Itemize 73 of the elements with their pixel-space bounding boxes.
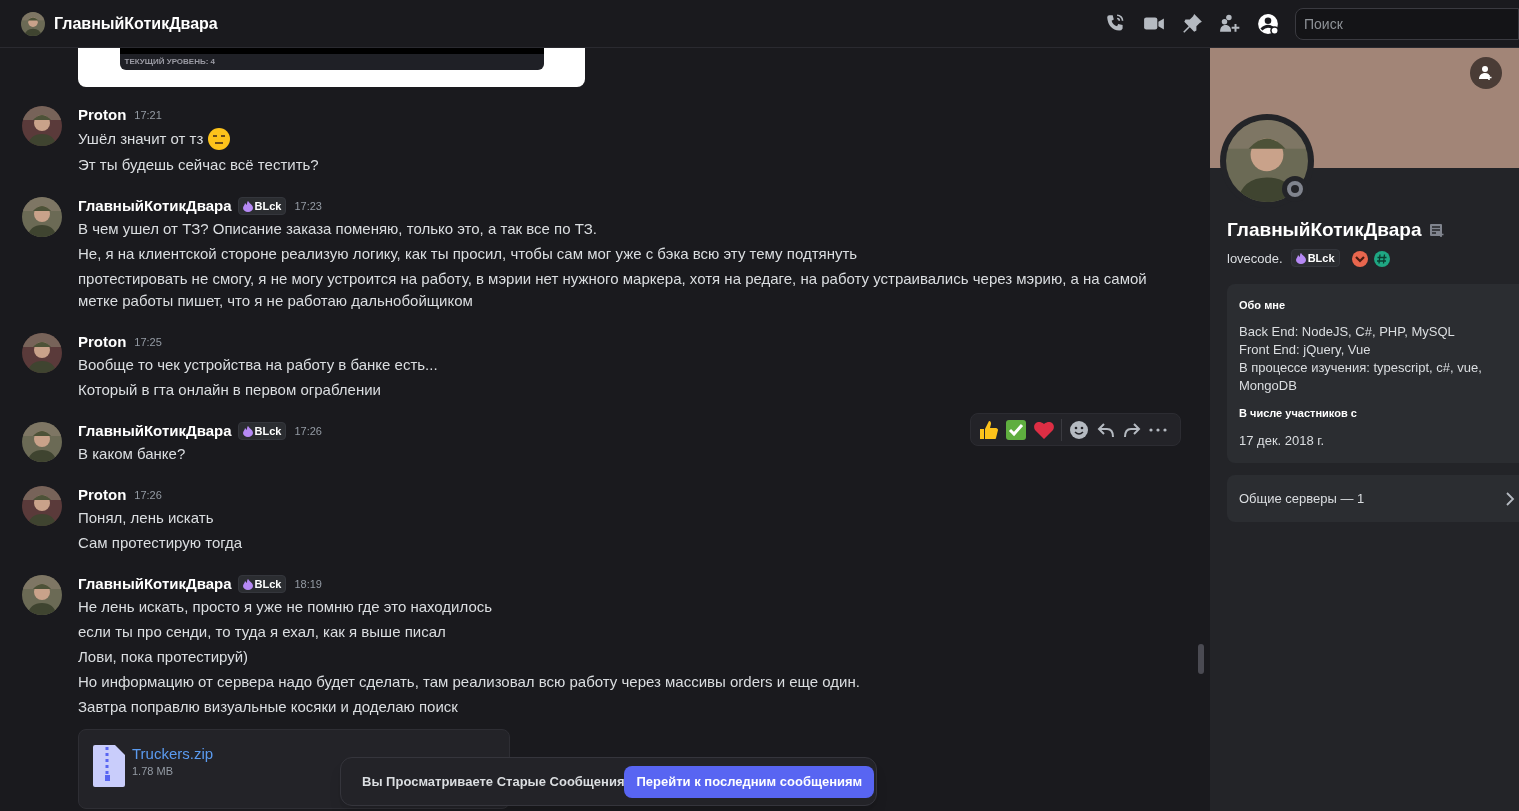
message-text: Лови, пока протестируй): [78, 647, 249, 667]
flame-icon: [1295, 252, 1306, 264]
flame-icon: [242, 200, 253, 212]
message-text: Не лень искать, просто я уже не помню где это находилось: [78, 597, 493, 617]
about-text: В процессе изучения: typescript, c#, vue, MongoDB: [1239, 359, 1483, 395]
avatar[interactable]: [22, 575, 62, 615]
message-text: Который в гта онлайн в первом ограблении: [78, 380, 381, 400]
message-text: Завтра поправлю визуальные косяки и доделаю поиск: [78, 697, 458, 717]
message-text: Ушёл значит от тз: [78, 129, 204, 149]
timestamp: 17:26: [294, 423, 322, 439]
flame-icon: [242, 578, 253, 590]
timestamp: 17:25: [134, 334, 162, 350]
add-friend-icon: [1478, 65, 1494, 81]
notice-text: Вы Просматриваете Старые Сообщения: [362, 772, 625, 791]
message-text: Понял, лень искать: [78, 508, 214, 528]
flame-icon: [242, 425, 253, 437]
message-text: Сам протестирую тогда: [78, 533, 243, 553]
profile-name: ГлавныйКотикДвара: [1227, 218, 1422, 242]
emoji-icon[interactable]: [1068, 418, 1090, 441]
add-friend-button[interactable]: [1470, 57, 1502, 89]
section-heading: Обо мне: [1239, 297, 1287, 313]
file-size: 1.78 MB: [132, 764, 174, 779]
mutual-servers-row[interactable]: Общие серверы — 1: [1227, 475, 1519, 522]
author-name[interactable]: ГлавныйКотикДвара: [78, 572, 232, 596]
note-icon[interactable]: [1429, 222, 1446, 239]
author-name[interactable]: Proton: [78, 483, 127, 507]
member-since-date: 17 дек. 2018 г.: [1239, 431, 1326, 450]
search-field[interactable]: Поиск: [1295, 7, 1519, 40]
timestamp: 17:23: [294, 198, 322, 214]
about-text: Front End: jQuery, Vue: [1239, 341, 1372, 359]
user-profile-icon[interactable]: [1257, 12, 1279, 35]
timestamp: 17:26: [134, 487, 162, 503]
tag-text: BLck: [254, 576, 282, 592]
check-mark-icon[interactable]: [1005, 418, 1027, 441]
author-name[interactable]: ГлавныйКотикДвара: [78, 419, 232, 443]
file-link[interactable]: Truckers.zip: [132, 745, 214, 763]
tag-text: BLck: [1307, 250, 1335, 266]
avatar[interactable]: [22, 106, 62, 146]
avatar[interactable]: [1226, 120, 1308, 202]
tag-text: BLck: [254, 198, 282, 214]
pin-icon[interactable]: [1181, 12, 1203, 35]
avatar[interactable]: [22, 422, 62, 462]
section-heading: В числе участников с: [1239, 406, 1358, 421]
tag-text: BLck: [254, 423, 282, 439]
mutual-servers-label: Общие серверы — 1: [1239, 489, 1365, 508]
zip-file-icon: [93, 745, 125, 787]
message-text: Но информацию от сервера надо будет сделать, там реализовал всю работу через массивы orders и еще один.: [78, 672, 860, 692]
message-text: Эт ты будешь сейчас всё тестить?: [78, 155, 319, 175]
avatar[interactable]: [22, 333, 62, 373]
author-name[interactable]: ГлавныйКотикДвара: [78, 194, 232, 218]
embed-caption: ТЕКУЩИЙ УРОВЕНЬ: 4: [124, 57, 216, 67]
avatar[interactable]: [22, 486, 62, 526]
add-people-icon[interactable]: [1219, 12, 1241, 35]
message-text: если ты про сенди, то туда я ехал, как я выше писал: [78, 622, 446, 642]
author-name[interactable]: Proton: [78, 103, 127, 127]
avatar[interactable]: [21, 11, 45, 36]
message-text: В чем ушел от ТЗ? Описание заказа поменяю, только это, а так все по ТЗ.: [78, 219, 597, 239]
chevron-right-icon: [1505, 490, 1515, 507]
about-text: Back End: NodeJS, C#, PHP, MySQL: [1239, 323, 1456, 341]
message-text: протестировать не смогу, я не могу устроится на работу, в мэрии нет нужного маркера, хотя на редаге, на работу устраивались через мэрию, а на самой метке работы пишет, что я не работаю дальнобойщиком: [78, 269, 1148, 311]
message-text: Вообще то чек устройства на работу в банке есть...: [78, 355, 438, 375]
author-name[interactable]: Proton: [78, 330, 127, 354]
message-text: В каком банке?: [78, 444, 186, 464]
channel-title: ГлавныйКотикДвара: [54, 13, 218, 34]
thumbs-up-icon[interactable]: [977, 418, 999, 441]
hashtag-badge-icon: [1373, 250, 1390, 267]
message-text: Не, я на клиентской стороне реализую логику, как ты просил, чтобы сам мог уже с бэка всю эту тему подтянуть: [78, 244, 858, 264]
profile-username: lovecode.: [1227, 249, 1283, 268]
jump-to-latest-button[interactable]: Перейти к последним сообщениям: [624, 765, 875, 798]
timestamp: 17:21: [134, 107, 162, 123]
scrollbar-thumb[interactable]: [1198, 644, 1204, 674]
timestamp: 18:19: [294, 576, 322, 592]
avatar[interactable]: [22, 197, 62, 237]
